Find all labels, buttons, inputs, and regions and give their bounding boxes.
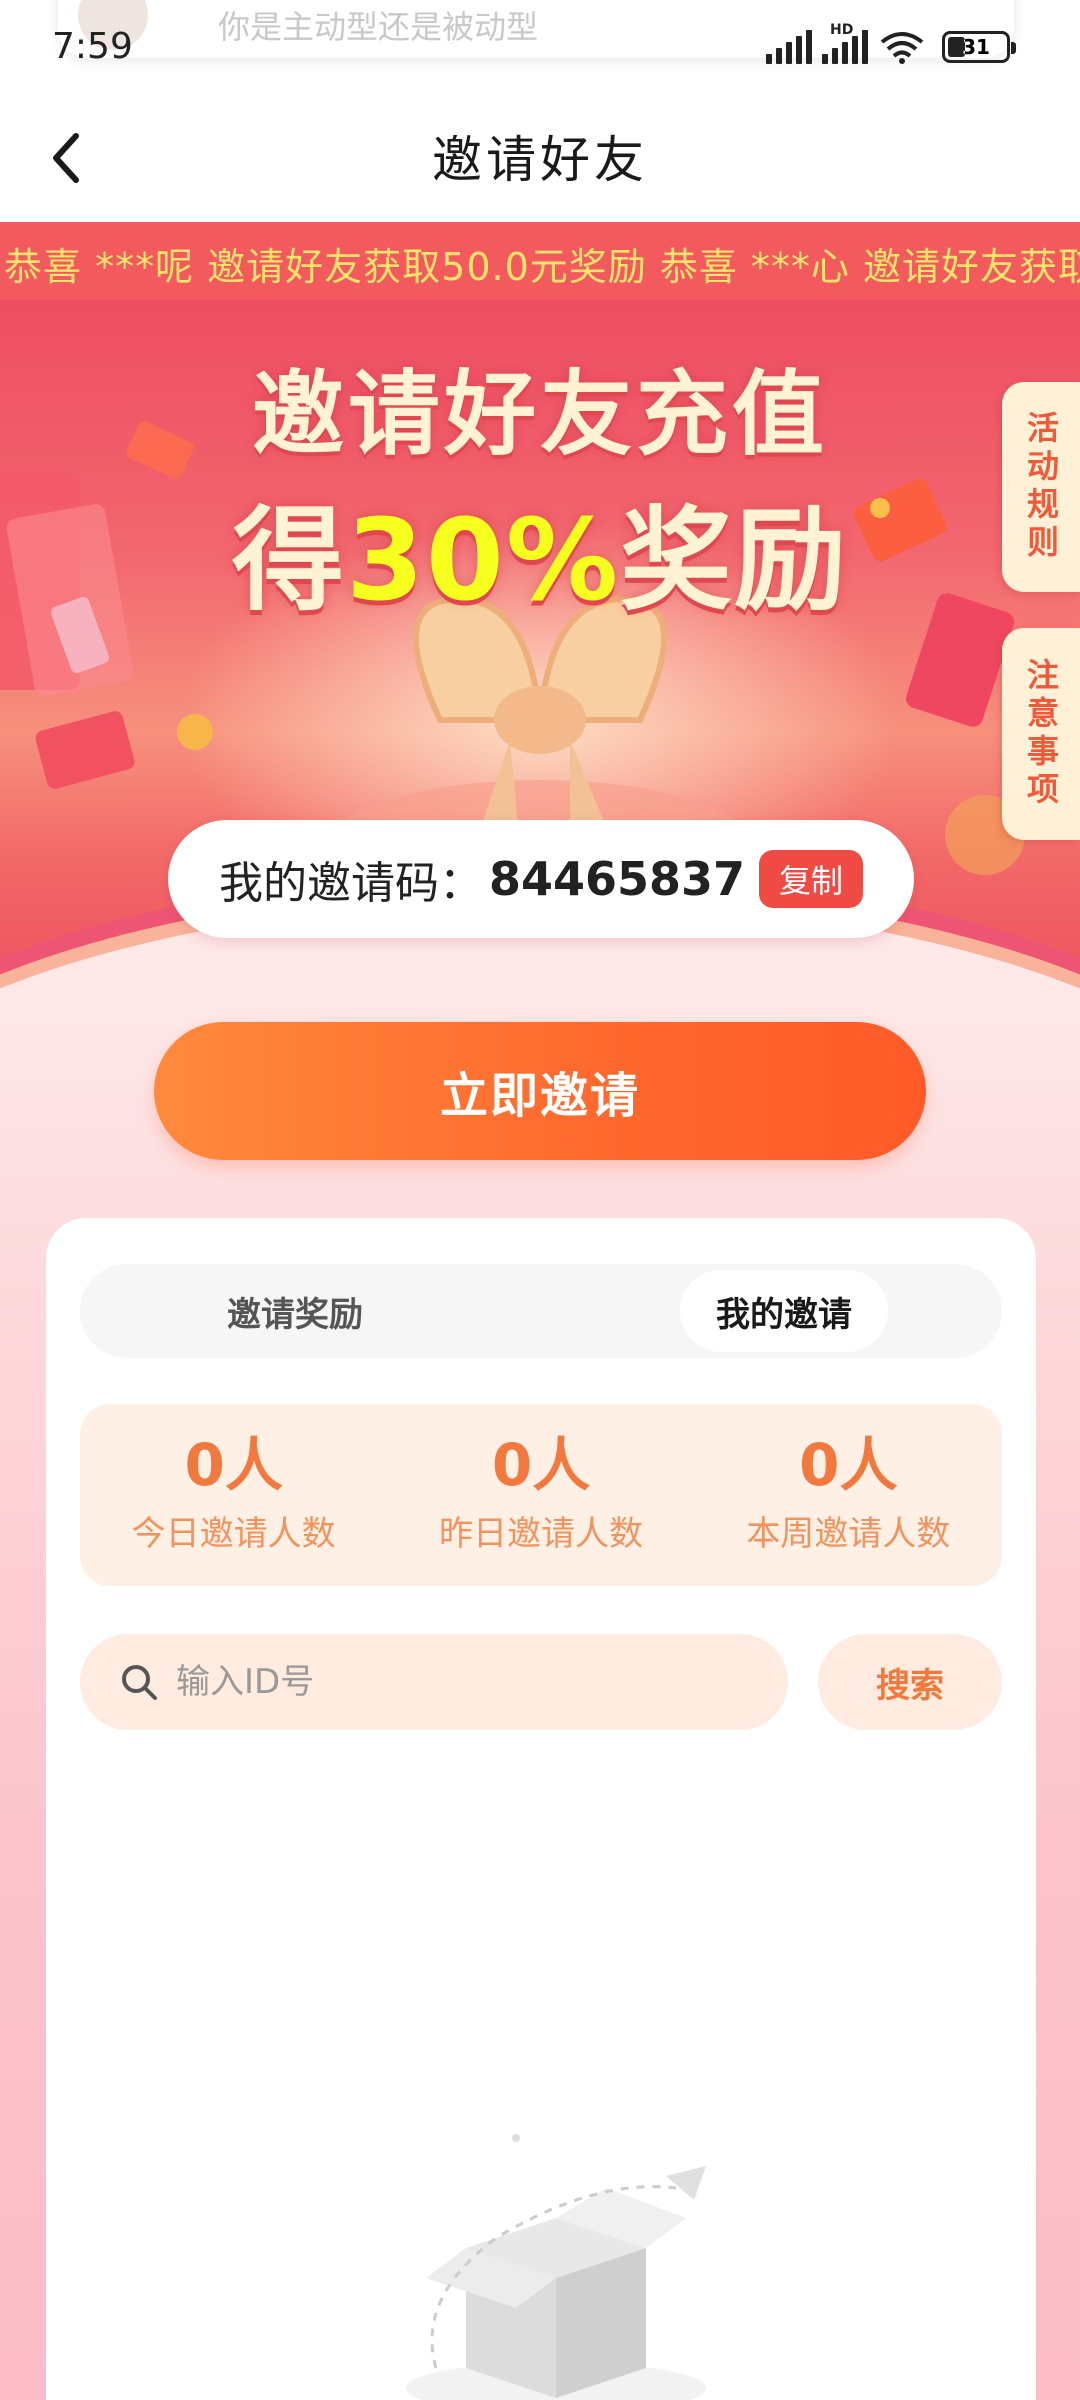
ticker-text: 恭喜 ***呢 邀请好友获取50.0元奖励 恭喜 ***心 邀请好友获取50.0… <box>4 245 1080 289</box>
signal-hd-icon: HD <box>822 22 868 64</box>
notification-text: 你是主动型还是被动型 <box>218 8 539 46</box>
stats-panel: 0人 今日邀请人数 0人 昨日邀请人数 0人 本周邀请人数 <box>80 1404 1002 1586</box>
search-input[interactable] <box>176 1662 736 1702</box>
nav-bar: 邀请好友 <box>0 90 1080 222</box>
stat-value: 0人 <box>184 1431 283 1499</box>
stat-yesterday: 0人 昨日邀请人数 <box>387 1404 694 1586</box>
activity-rules-tab[interactable]: 活动规则 <box>1002 382 1080 592</box>
stat-this-week: 0人 本周邀请人数 <box>695 1404 1002 1586</box>
tab-my-invites[interactable]: 我的邀请 <box>680 1270 888 1352</box>
wifi-icon <box>880 32 924 64</box>
stat-label: 本周邀请人数 <box>746 1514 951 1554</box>
invite-code-pill: 我的邀请码： 84465837 复制 <box>168 820 914 938</box>
page-title: 邀请好友 <box>432 131 648 189</box>
empty-box-illustration <box>406 2134 706 2400</box>
battery-percent: 31 <box>962 35 990 59</box>
notice-label: 注意事项 <box>1022 658 1060 810</box>
invite-now-button[interactable]: 立即邀请 <box>154 1022 926 1160</box>
status-time: 7:59 <box>52 26 133 67</box>
search-icon <box>122 1665 157 1700</box>
banner-title-highlight: 30% <box>345 496 621 626</box>
copy-button[interactable]: 复制 <box>759 850 864 908</box>
banner-title-line2: 得30%奖励 <box>0 470 1080 632</box>
stat-value: 0人 <box>491 1431 591 1499</box>
banner-title-suffix: 奖励 <box>620 496 849 626</box>
status-icons: HD 31 <box>766 22 1016 64</box>
signal-icon <box>766 30 812 64</box>
battery-icon: 31 <box>942 31 1016 63</box>
tab-invite-rewards[interactable]: 邀请奖励 <box>150 1270 440 1352</box>
banner-title-line1: 邀请好友充值 <box>251 361 828 468</box>
stat-label: 昨日邀请人数 <box>438 1514 643 1554</box>
invite-code-label: 我的邀请码： <box>218 858 483 909</box>
stat-today: 0人 今日邀请人数 <box>80 1404 387 1586</box>
reward-ticker: 恭喜 ***呢 邀请好友获取50.0元奖励 恭喜 ***心 邀请好友获取50.0… <box>0 222 1080 300</box>
stat-label: 今日邀请人数 <box>131 1514 336 1554</box>
search-button[interactable]: 搜索 <box>818 1634 1002 1730</box>
notice-tab[interactable]: 注意事项 <box>1002 628 1080 840</box>
invite-code-value: 84465837 <box>488 852 746 906</box>
tab-switcher: 邀请奖励 我的邀请 <box>80 1264 1002 1358</box>
status-bar: 你是主动型还是被动型 7:59 HD 31 <box>0 0 1080 90</box>
search-box <box>80 1634 788 1730</box>
invite-card: 邀请奖励 我的邀请 0人 今日邀请人数 0人 昨日邀请人数 0人 本周邀请人数 … <box>46 1218 1036 2400</box>
banner-title-prefix: 得 <box>231 496 346 626</box>
stat-value: 0人 <box>799 1431 898 1499</box>
activity-rules-label: 活动规则 <box>1022 411 1060 563</box>
